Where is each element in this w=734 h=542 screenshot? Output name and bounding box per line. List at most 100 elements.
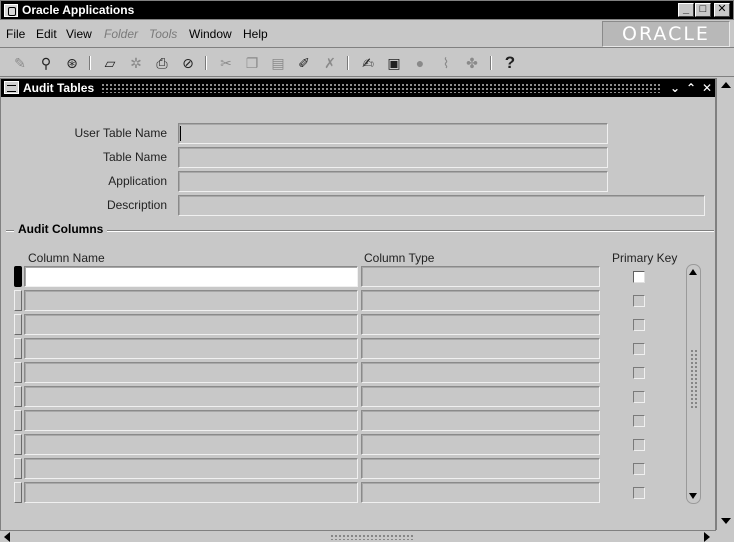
window-title-bar[interactable]: Oracle Applications _ □ ✕	[0, 0, 734, 20]
oracle-app-icon	[4, 4, 18, 17]
close-button[interactable]: ✕	[714, 3, 730, 17]
column-type-field[interactable]	[361, 386, 600, 407]
column-type-field[interactable]	[361, 458, 600, 479]
column-name-field[interactable]	[24, 362, 358, 383]
section-divider	[6, 230, 714, 232]
column-name-field[interactable]	[24, 482, 358, 503]
form-title-bar[interactable]: Audit Tables ⌄ ⌃ ✕	[1, 79, 715, 97]
primary-key-checkbox[interactable]	[633, 415, 645, 427]
primary-key-checkbox[interactable]	[633, 487, 645, 499]
scroll-up-arrow-icon[interactable]	[689, 269, 697, 275]
record-indicator[interactable]	[14, 482, 22, 503]
record-indicator[interactable]	[14, 338, 22, 359]
menu-help[interactable]: Help	[243, 27, 268, 41]
record-indicator[interactable]	[14, 434, 22, 455]
zoom-icon[interactable]: ▣	[384, 53, 404, 73]
translations-icon[interactable]: ●	[410, 53, 430, 73]
primary-key-checkbox[interactable]	[633, 343, 645, 355]
toolbar-separator	[347, 56, 349, 70]
toolbar: ✎ ⚲ ⊛ ▱ ✲ ⎙ ⊘ ✂ ❐ ▤ ✐ ✗ ✍ ▣ ● ⌇ ✤ ?	[0, 49, 734, 77]
primary-key-checkbox[interactable]	[633, 439, 645, 451]
current-record-indicator[interactable]	[14, 266, 22, 287]
audit-columns-scrollbar[interactable]	[686, 264, 701, 504]
menu-folder[interactable]: Folder	[104, 27, 138, 41]
delete-record-icon[interactable]: ✗	[320, 53, 340, 73]
record-indicator[interactable]	[14, 362, 22, 383]
edit-field-icon[interactable]: ✍	[358, 53, 378, 73]
primary-key-header: Primary Key	[612, 251, 678, 265]
column-name-field[interactable]	[24, 314, 358, 335]
primary-key-checkbox[interactable]	[633, 319, 645, 331]
primary-key-checkbox[interactable]	[633, 463, 645, 475]
window-vertical-scrollbar[interactable]	[716, 78, 734, 530]
menu-window[interactable]: Window	[189, 27, 232, 41]
help-icon[interactable]: ?	[500, 53, 520, 73]
form-title: Audit Tables	[23, 81, 95, 95]
description-field[interactable]	[178, 195, 705, 216]
column-type-field[interactable]	[361, 338, 600, 359]
maximize-button[interactable]: □	[695, 3, 711, 17]
navigator-icon[interactable]: ⊛	[62, 53, 82, 73]
primary-key-checkbox[interactable]	[633, 367, 645, 379]
save-icon[interactable]: ▱	[100, 53, 120, 73]
window-title: Oracle Applications	[22, 3, 135, 17]
attachments-icon[interactable]: ⌇	[436, 53, 456, 73]
column-name-field[interactable]	[24, 266, 358, 287]
menu-view[interactable]: View	[66, 27, 92, 41]
primary-key-checkbox[interactable]	[633, 391, 645, 403]
cut-icon[interactable]: ✂	[216, 53, 236, 73]
application-field[interactable]	[178, 171, 608, 192]
record-indicator[interactable]	[14, 410, 22, 431]
form-close-button[interactable]: ✕	[700, 80, 714, 96]
close-form-icon[interactable]: ⊘	[178, 53, 198, 73]
column-name-field[interactable]	[24, 410, 358, 431]
column-name-field[interactable]	[24, 338, 358, 359]
scroll-down-arrow-icon[interactable]	[721, 518, 731, 524]
column-name-field[interactable]	[24, 458, 358, 479]
column-type-field[interactable]	[361, 410, 600, 431]
menu-tools[interactable]: Tools	[149, 27, 177, 41]
user-table-name-field[interactable]	[178, 123, 608, 144]
primary-key-checkbox[interactable]	[633, 295, 645, 307]
copy-icon[interactable]: ❐	[242, 53, 262, 73]
form-minimize-button[interactable]: ⌄	[668, 80, 682, 96]
column-type-field[interactable]	[361, 266, 600, 287]
primary-key-checkbox[interactable]	[633, 271, 645, 283]
scroll-thumb-grip[interactable]	[330, 534, 414, 540]
column-type-field[interactable]	[361, 434, 600, 455]
paste-icon[interactable]: ▤	[268, 53, 288, 73]
column-type-field[interactable]	[361, 290, 600, 311]
text-cursor	[180, 126, 181, 141]
column-type-field[interactable]	[361, 362, 600, 383]
column-name-field[interactable]	[24, 434, 358, 455]
scroll-right-arrow-icon[interactable]	[704, 532, 710, 542]
column-type-header: Column Type	[364, 251, 435, 265]
folder-tools-icon[interactable]: ✤	[462, 53, 482, 73]
column-type-field[interactable]	[361, 314, 600, 335]
scroll-left-arrow-icon[interactable]	[4, 532, 10, 542]
record-indicator[interactable]	[14, 386, 22, 407]
menu-file[interactable]: File	[6, 27, 25, 41]
record-indicator[interactable]	[14, 290, 22, 311]
table-name-field[interactable]	[178, 147, 608, 168]
column-name-header: Column Name	[28, 251, 105, 265]
toolbar-separator	[205, 56, 207, 70]
scroll-thumb-grip[interactable]	[690, 349, 697, 409]
find-icon[interactable]: ⚲	[36, 53, 56, 73]
next-step-icon[interactable]: ✲	[126, 53, 146, 73]
scroll-down-arrow-icon[interactable]	[689, 493, 697, 499]
window-horizontal-scrollbar[interactable]	[0, 530, 716, 542]
column-name-field[interactable]	[24, 386, 358, 407]
column-name-field[interactable]	[24, 290, 358, 311]
record-indicator[interactable]	[14, 458, 22, 479]
column-type-field[interactable]	[361, 482, 600, 503]
new-icon[interactable]: ✎	[10, 53, 30, 73]
minimize-button[interactable]: _	[678, 3, 694, 17]
oracle-logo: ORACLE	[602, 21, 730, 47]
form-restore-button[interactable]: ⌃	[684, 80, 698, 96]
scroll-up-arrow-icon[interactable]	[721, 82, 731, 88]
new-record-icon[interactable]: ✐	[294, 53, 314, 73]
menu-edit[interactable]: Edit	[36, 27, 57, 41]
record-indicator[interactable]	[14, 314, 22, 335]
print-icon[interactable]: ⎙	[152, 53, 172, 73]
